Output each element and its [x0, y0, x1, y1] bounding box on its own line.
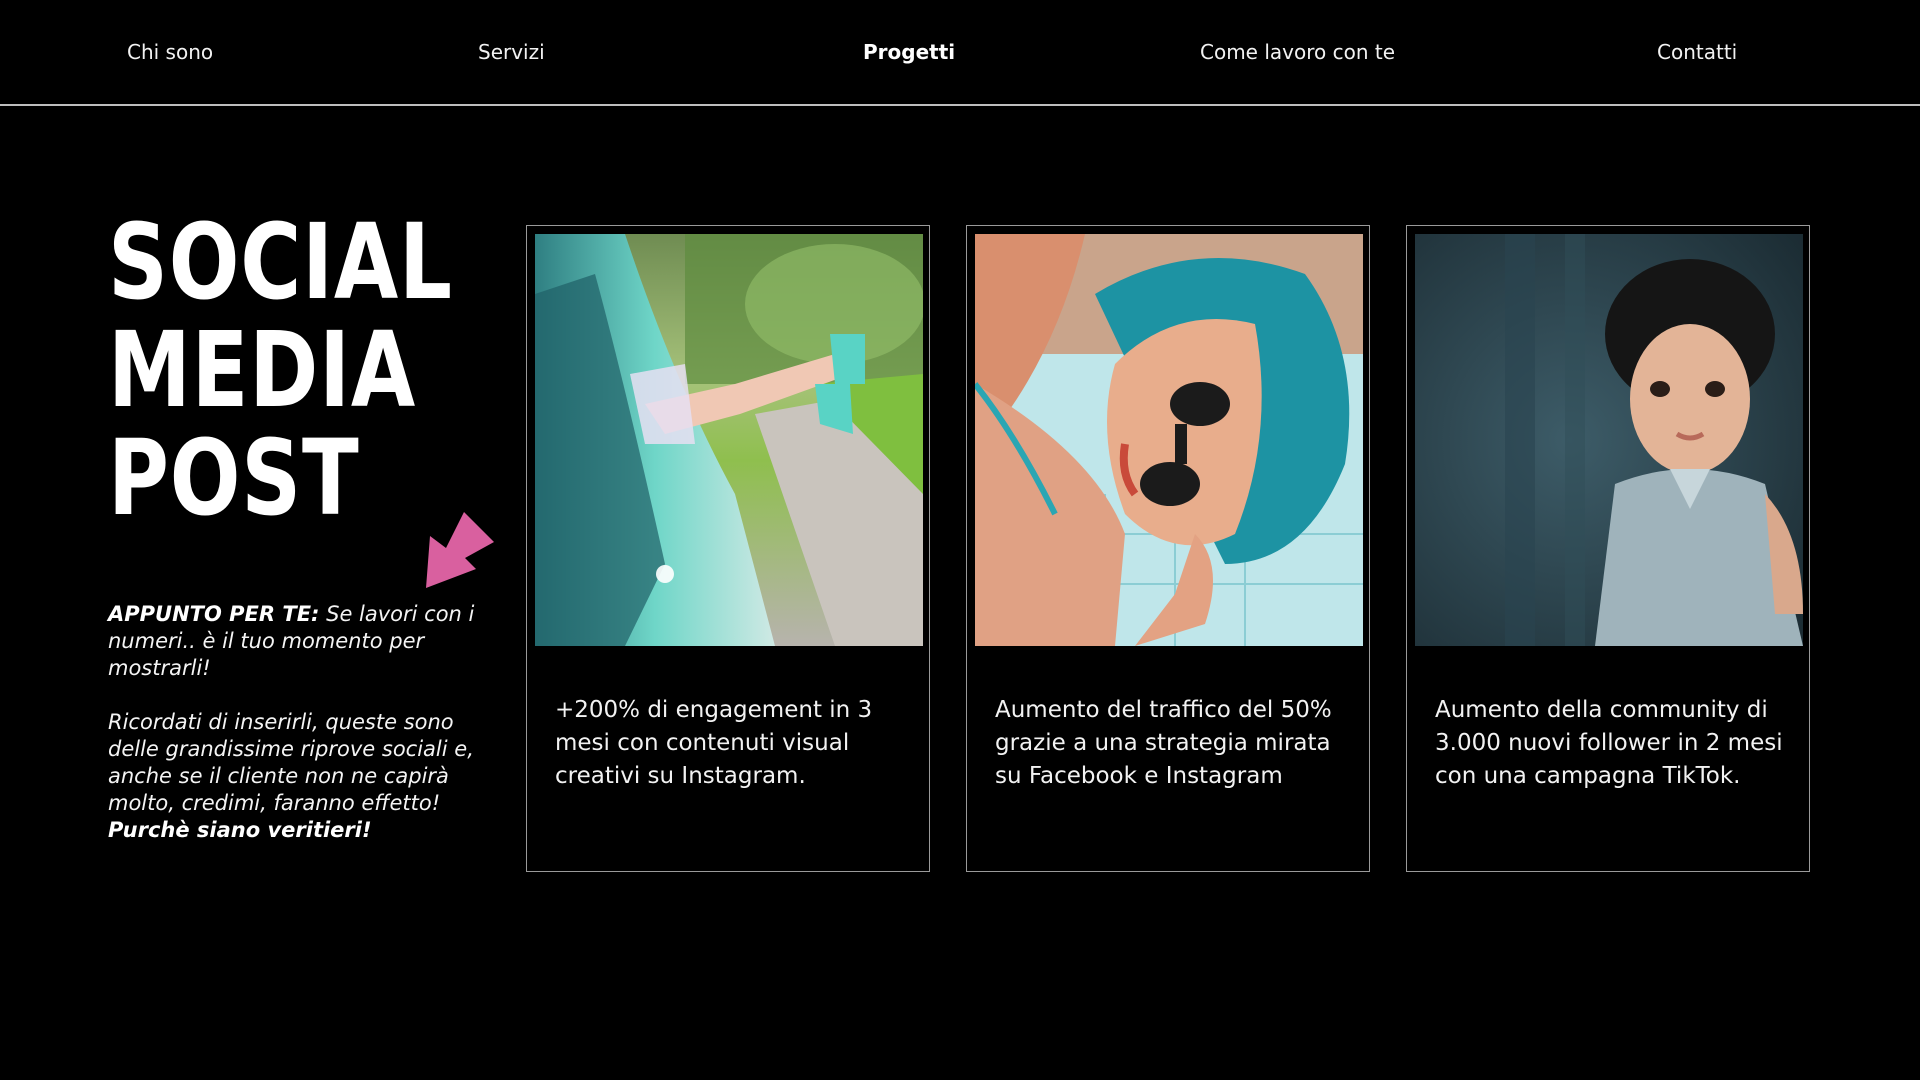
page-title-line-2: MEDIA [108, 309, 417, 431]
project-image-child-portrait [1415, 234, 1803, 646]
nav-item-servizi[interactable]: Servizi [478, 40, 545, 64]
page: Chi sono Servizi Progetti Come lavoro co… [0, 0, 1920, 1080]
project-card-2[interactable]: Aumento del traffico del 50% grazie a un… [966, 225, 1370, 872]
note-text-2: Ricordati di inserirli, queste sono dell… [108, 710, 474, 815]
nav-item-progetti[interactable]: Progetti [863, 40, 955, 64]
project-card-3[interactable]: Aumento della community di 3.000 nuovi f… [1406, 225, 1810, 872]
nav-item-chi-sono[interactable]: Chi sono [127, 40, 213, 64]
nav-item-come-lavoro-con-te[interactable]: Come lavoro con te [1200, 40, 1395, 64]
note-emphasis: Purchè siano veritieri! [108, 818, 372, 842]
top-navigation: Chi sono Servizi Progetti Come lavoro co… [0, 0, 1920, 106]
page-title-line-3: POST [108, 417, 360, 539]
project-card-3-text: Aumento della community di 3.000 nuovi f… [1435, 697, 1783, 789]
project-card-2-text: Aumento del traffico del 50% grazie a un… [995, 697, 1332, 789]
note-text: APPUNTO PER TE: Se lavori con i numeri..… [108, 601, 488, 871]
nav-item-contatti[interactable]: Contatti [1657, 40, 1737, 64]
note-label: APPUNTO PER TE: [108, 602, 320, 626]
project-image-car-legs [535, 234, 923, 646]
page-title: SOCIAL MEDIA POST [108, 208, 453, 532]
note-paragraph-1: APPUNTO PER TE: Se lavori con i numeri..… [108, 601, 488, 682]
arrow-down-left-icon [418, 512, 494, 588]
project-image-blue-hair [975, 234, 1363, 646]
note-paragraph-2: Ricordati di inserirli, queste sono dell… [108, 709, 488, 844]
page-title-line-1: SOCIAL [108, 201, 453, 323]
project-card-1-text: +200% di engagement in 3 mesi con conten… [555, 697, 873, 789]
project-card-1[interactable]: +200% di engagement in 3 mesi con conten… [526, 225, 930, 872]
